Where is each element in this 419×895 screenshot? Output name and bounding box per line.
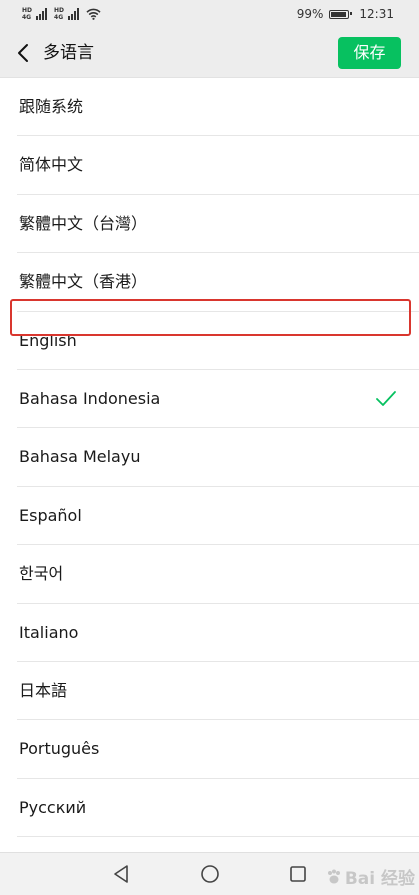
- language-option[interactable]: 跟随系统: [0, 78, 419, 137]
- status-icons-left: HD 4G HD 4G: [22, 4, 101, 24]
- language-option[interactable]: Português: [0, 720, 419, 780]
- screen: HD 4G HD 4G 99% 12:31 多语言 保存 跟随系统 简体中文 繁…: [0, 0, 419, 895]
- page-title: 多语言: [43, 43, 94, 63]
- signal-strength-icon-1: [36, 8, 48, 20]
- battery-fill: [331, 11, 347, 17]
- clock: 12:31: [359, 7, 394, 21]
- language-list: 跟随系统简体中文繁體中文（台灣） 繁體中文（香港） English Bahasa In…: [0, 78, 419, 852]
- signal-strength-icon-2: [68, 8, 80, 20]
- network-type-1: HD 4G: [22, 7, 32, 21]
- battery-icon: [329, 9, 353, 19]
- language-option[interactable]: English: [0, 311, 419, 371]
- language-label: 跟随系统: [19, 97, 84, 116]
- wifi-icon: [86, 8, 101, 20]
- status-bar: HD 4G HD 4G 99% 12:31: [0, 0, 419, 28]
- language-label: Español: [19, 505, 82, 525]
- language-label: Bahasa Melayu: [19, 447, 141, 467]
- network-type-hd-2: HD: [54, 7, 65, 14]
- language-option[interactable]: Español: [0, 486, 419, 546]
- triangle-back-icon: [114, 865, 128, 883]
- network-type-2: HD 4G: [54, 7, 64, 21]
- network-tag-1: 4G: [22, 14, 32, 21]
- language-label: Bahasa Indonesia: [19, 388, 161, 408]
- chevron-left-icon: [18, 44, 28, 62]
- language-option[interactable]: Bahasa Indonesia: [0, 369, 419, 429]
- nav-home-button[interactable]: [198, 862, 222, 886]
- checkmark-icon: [376, 391, 396, 406]
- language-option[interactable]: Bahasa Melayu: [0, 428, 419, 488]
- language-label: 繁體中文（香港）: [19, 272, 148, 292]
- system-navigation-bar: [0, 852, 419, 895]
- nav-back-button[interactable]: [109, 862, 133, 886]
- square-recent-icon: [290, 866, 306, 882]
- language-option[interactable]: 繁體中文（台灣）: [0, 194, 419, 254]
- language-label: 한국어: [19, 564, 64, 584]
- network-tag-2: 4G: [54, 14, 64, 21]
- language-label: 日本語: [19, 680, 68, 700]
- back-button[interactable]: [10, 38, 36, 68]
- language-option[interactable]: Italiano: [0, 603, 419, 663]
- language-label: English: [19, 330, 77, 350]
- status-icons-right: 99% 12:31: [297, 5, 394, 23]
- battery-percent: 99%: [296, 7, 324, 21]
- language-option[interactable]: 简体中文: [0, 136, 419, 196]
- network-type-hd-1: HD: [22, 7, 33, 14]
- language-label: Italiano: [19, 622, 79, 642]
- circle-home-icon: [201, 865, 219, 883]
- language-option[interactable]: Русский: [0, 778, 419, 838]
- nav-recent-button[interactable]: [286, 862, 310, 886]
- language-option[interactable]: 日本語: [0, 661, 419, 721]
- language-option[interactable]: 繁體中文（香港）: [0, 253, 419, 312]
- language-label: 简体中文: [19, 155, 84, 175]
- language-option[interactable]: 한국어: [0, 545, 419, 604]
- language-label: 繁體中文（台灣）: [19, 213, 148, 233]
- header: 多语言 保存: [0, 28, 419, 78]
- save-button[interactable]: 保存: [338, 37, 401, 69]
- language-label: Русский: [19, 797, 87, 817]
- language-label: Português: [19, 739, 100, 759]
